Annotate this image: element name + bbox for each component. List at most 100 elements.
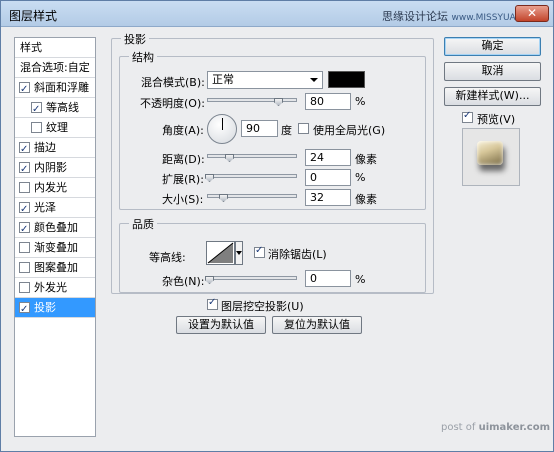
blend-mode-value: 正常	[212, 73, 234, 86]
angle-unit: 度	[281, 124, 292, 137]
distance-unit: 像素	[355, 153, 377, 166]
window-title: 图层样式	[9, 9, 58, 23]
make-default-button[interactable]: 设置为默认值	[176, 316, 266, 334]
opacity-unit: %	[355, 95, 366, 108]
list-item-checkbox[interactable]	[19, 282, 30, 293]
spread-slider[interactable]	[207, 174, 297, 178]
noise-unit: %	[355, 273, 366, 286]
distance-label: 距离(D):	[162, 153, 205, 166]
angle-needle	[222, 118, 223, 130]
blend-mode-select[interactable]: 正常	[207, 71, 323, 89]
size-label: 大小(S):	[162, 193, 204, 206]
ok-button[interactable]: 确定	[444, 37, 541, 56]
quality-title: 品质	[129, 216, 157, 232]
list-item[interactable]: 等高线	[15, 98, 95, 119]
list-header[interactable]: 样式	[15, 38, 95, 58]
close-icon: ✕	[526, 6, 538, 20]
spread-input[interactable]: 0	[305, 169, 351, 186]
preview-thumbnail	[477, 141, 503, 165]
list-item-label: 描边	[34, 141, 56, 154]
list-item-label: 斜面和浮雕	[34, 81, 89, 94]
list-item-checkbox[interactable]	[31, 100, 42, 119]
global-light-checkbox[interactable]	[298, 123, 309, 134]
list-blend-options[interactable]: 混合选项:自定	[15, 58, 95, 78]
blend-options-label: 混合选项:自定	[20, 61, 90, 74]
size-unit: 像素	[355, 193, 377, 206]
list-item-checkbox[interactable]	[31, 122, 42, 133]
global-light-label: 使用全局光(G)	[313, 124, 386, 137]
list-item[interactable]: 斜面和浮雕	[15, 78, 95, 99]
list-header-label: 样式	[20, 41, 42, 54]
spread-label: 扩展(R):	[162, 173, 204, 186]
knockout-checkbox[interactable]	[207, 297, 218, 310]
list-item-label: 光泽	[34, 201, 56, 214]
list-item-checkbox[interactable]	[19, 80, 30, 99]
list-item[interactable]: 投影	[15, 298, 95, 319]
distance-input[interactable]: 24	[305, 149, 351, 166]
new-style-button[interactable]: 新建样式(W)...	[444, 87, 541, 106]
list-item[interactable]: 颜色叠加	[15, 218, 95, 239]
style-list: 样式 混合选项:自定 斜面和浮雕等高线纹理描边内阴影内发光光泽颜色叠加渐变叠加图…	[14, 37, 96, 437]
contour-label: 等高线:	[149, 251, 186, 264]
list-item-checkbox[interactable]	[19, 140, 30, 159]
chevron-down-icon	[310, 78, 318, 82]
angle-label: 角度(A):	[162, 124, 204, 137]
contour-picker[interactable]	[206, 241, 235, 265]
watermark-bottom: post of uimaker.com	[441, 422, 550, 433]
drop-shadow-title: 投影	[121, 31, 149, 47]
close-button[interactable]: ✕	[515, 5, 549, 22]
noise-label: 杂色(N):	[162, 275, 205, 288]
size-input[interactable]: 32	[305, 189, 351, 206]
opacity-input[interactable]: 80	[305, 93, 351, 110]
noise-input[interactable]: 0	[305, 270, 351, 287]
shadow-color-swatch[interactable]	[328, 71, 365, 88]
list-item-label: 图案叠加	[34, 261, 78, 274]
opacity-label: 不透明度(O):	[140, 97, 205, 110]
list-item-checkbox[interactable]	[19, 300, 30, 319]
contour-dropdown-button[interactable]	[235, 241, 243, 265]
list-item[interactable]: 纹理	[15, 118, 95, 138]
reset-default-button[interactable]: 复位为默认值	[272, 316, 362, 334]
list-item[interactable]: 内发光	[15, 178, 95, 198]
watermark-bottom-site: uimaker.com	[478, 422, 550, 433]
list-item-label: 投影	[34, 301, 56, 314]
noise-slider[interactable]	[207, 276, 297, 280]
style-preview	[462, 128, 520, 186]
knockout-label: 图层挖空投影(U)	[221, 300, 304, 313]
distance-slider[interactable]	[207, 154, 297, 158]
watermark-top-text: 思缘设计论坛	[382, 10, 448, 23]
list-item-checkbox[interactable]	[19, 200, 30, 219]
list-item-label: 渐变叠加	[34, 241, 78, 254]
list-item[interactable]: 渐变叠加	[15, 238, 95, 258]
list-item[interactable]: 光泽	[15, 198, 95, 219]
list-item-label: 内阴影	[34, 161, 67, 174]
spread-unit: %	[355, 171, 366, 184]
list-item-checkbox[interactable]	[19, 160, 30, 179]
angle-input[interactable]: 90	[241, 120, 278, 137]
title-bar[interactable]: 图层样式 思缘设计论坛 www.MISSYUAN.com ✕	[1, 1, 553, 27]
watermark-bottom-prefix: post of	[441, 422, 479, 433]
antialias-label: 消除锯齿(L)	[268, 248, 327, 261]
list-item-label: 等高线	[46, 101, 79, 114]
list-item[interactable]: 内阴影	[15, 158, 95, 179]
list-item-label: 颜色叠加	[34, 221, 78, 234]
cancel-button[interactable]: 取消	[444, 62, 541, 81]
antialias-checkbox[interactable]	[254, 245, 265, 258]
list-item-checkbox[interactable]	[19, 262, 30, 273]
list-item-label: 外发光	[34, 281, 67, 294]
list-item-checkbox[interactable]	[19, 220, 30, 239]
structure-title: 结构	[129, 49, 157, 65]
layer-style-dialog: 图层样式 思缘设计论坛 www.MISSYUAN.com ✕ 样式 混合选项:自…	[0, 0, 554, 452]
list-item[interactable]: 外发光	[15, 278, 95, 298]
preview-label: 预览(V)	[477, 113, 516, 126]
list-item-checkbox[interactable]	[19, 242, 30, 253]
contour-curve-icon	[207, 242, 234, 264]
list-item-label: 内发光	[34, 181, 67, 194]
angle-dial[interactable]	[207, 114, 237, 144]
list-item[interactable]: 图案叠加	[15, 258, 95, 278]
blend-mode-label: 混合模式(B):	[141, 76, 205, 89]
list-item-checkbox[interactable]	[19, 182, 30, 193]
list-item[interactable]: 描边	[15, 138, 95, 159]
preview-checkbox[interactable]	[462, 110, 473, 123]
opacity-slider[interactable]	[207, 98, 297, 102]
